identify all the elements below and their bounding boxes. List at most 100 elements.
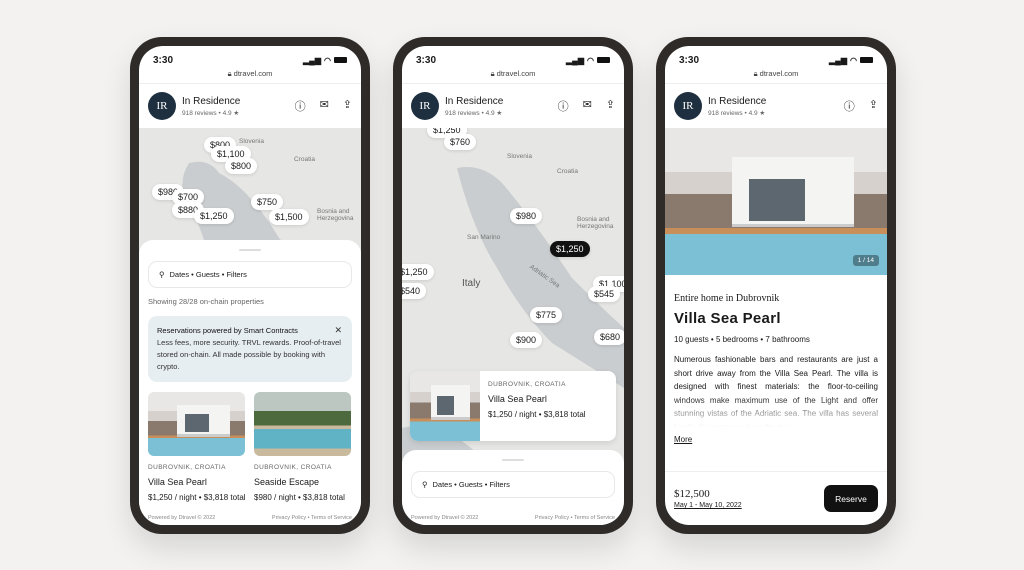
total-price: $12,500 (674, 488, 710, 500)
map-label: Slovenia (507, 153, 532, 160)
host-header: IR In Residence 918 reviews • 4.9 ★ ⓘ ⇪ (665, 83, 887, 128)
smart-contract-banner: Reservations powered by Smart Contracts L… (148, 316, 352, 382)
more-link[interactable]: More (674, 435, 692, 444)
photo-counter: 1 / 14 (852, 255, 879, 266)
info-icon[interactable]: ⓘ (844, 98, 855, 114)
sheet-handle[interactable] (239, 249, 261, 251)
property-photo-gallery[interactable]: 1 / 14 (665, 128, 887, 275)
signal-icon: ▂▄▆ (829, 55, 848, 65)
battery-icon (334, 57, 347, 63)
results-count: Showing 28/28 on-chain properties (148, 297, 264, 306)
property-specs: 10 guests • 5 bedrooms • 7 bathrooms (674, 335, 810, 344)
search-input[interactable]: ⚲ Dates • Guests • Filters (411, 471, 615, 498)
phone-map-view: 3:30 ▂▄▆ ◠ 🔒︎ dtravel.com IR In Residence 9… (393, 37, 633, 534)
map[interactable]: Slovenia Croatia Bosnia and Herzegovina … (139, 128, 361, 258)
footer: Powered by Dtravel © 2022 Privacy Policy … (411, 515, 615, 521)
info-icon[interactable]: ⓘ (558, 98, 569, 114)
map-property-card[interactable]: DUBROVNIK, CROATIA Villa Sea Pearl $1,250 … (410, 371, 616, 441)
wifi-icon: ◠ (587, 55, 594, 65)
share-icon[interactable]: ⇪ (869, 98, 878, 114)
price-marker[interactable]: $750 (251, 194, 284, 210)
legal-links[interactable]: Privacy Policy • Terms of Service (272, 515, 352, 521)
property-card[interactable]: DUBROVNIK, CROATIA Villa Sea Pearl $1,250 … (148, 392, 245, 502)
property-card[interactable]: DUBROVNIK, CROATIA Seaside Escape $980 / n… (254, 392, 351, 502)
property-description: Numerous fashionable bars and restaurant… (674, 355, 878, 427)
screen: 3:30 ▂▄▆ ◠ 🔒︎ dtravel.com IR In Residence 9… (139, 46, 361, 525)
price-marker[interactable]: $680 (594, 329, 624, 345)
results-sheet: ⚲ Dates • Guests • Filters Showing 28/28 … (139, 240, 361, 525)
clock: 3:30 (153, 54, 174, 66)
phone-detail-view: 3:30 ▂▄▆ ◠ 🔒︎ dtravel.com IR In Residence 9… (656, 37, 896, 534)
avatar: IR (411, 92, 439, 120)
host-name: In Residence (445, 95, 504, 107)
property-photo (410, 371, 480, 441)
price-marker[interactable]: $1,250 (194, 208, 234, 224)
battery-icon (860, 57, 873, 63)
price-marker[interactable]: $900 (510, 332, 543, 348)
search-input[interactable]: ⚲ Dates • Guests • Filters (148, 261, 352, 288)
price-marker[interactable]: $1,250 (402, 264, 434, 280)
host-meta: 918 reviews • 4.9 ★ (445, 109, 503, 117)
host-header: IR In Residence 918 reviews • 4.9 ★ ⓘ ✉ ⇪ (139, 83, 361, 128)
mail-icon[interactable]: ✉ (320, 98, 329, 114)
lock-icon: 🔒︎ (227, 69, 232, 78)
price-marker[interactable]: $540 (402, 283, 427, 299)
map-label: Bosnia and Herzegovina (317, 208, 354, 222)
url-text: dtravel.com (233, 69, 273, 78)
wifi-icon: ◠ (324, 55, 331, 65)
screen: 3:30 ▂▄▆ ◠ 🔒︎ dtravel.com IR In Residence 9… (665, 46, 887, 525)
map-label: Croatia (294, 156, 315, 163)
card-price: $1,250 / night • $3,818 total (148, 493, 245, 502)
host-name: In Residence (708, 95, 767, 107)
lock-icon: 🔒︎ (753, 69, 758, 78)
mail-icon[interactable]: ✉ (583, 98, 592, 114)
map[interactable]: Slovenia Croatia Bosnia and Herzegovina … (402, 128, 624, 468)
price-marker[interactable]: $980 (510, 208, 543, 224)
search-placeholder: Dates • Guests • Filters (432, 480, 510, 489)
date-range[interactable]: May 1 - May 10, 2022 (674, 502, 742, 509)
powered-by: Powered by Dtravel © 2022 (148, 515, 216, 521)
share-icon[interactable]: ⇪ (606, 98, 615, 114)
powered-by: Powered by Dtravel © 2022 (411, 515, 479, 521)
map-label: Italy (462, 278, 481, 289)
battery-icon (597, 57, 610, 63)
search-icon: ⚲ (159, 270, 165, 279)
url-text: dtravel.com (496, 69, 536, 78)
map-label: Slovenia (239, 138, 264, 145)
card-location: DUBROVNIK, CROATIA (488, 381, 566, 388)
legal-links[interactable]: Privacy Policy • Terms of Service (535, 515, 615, 521)
search-sheet: ⚲ Dates • Guests • Filters (402, 450, 624, 525)
map-label: San Marino (467, 234, 501, 241)
price-marker[interactable]: $775 (530, 307, 563, 323)
host-header: IR In Residence 918 reviews • 4.9 ★ ⓘ ✉ ⇪ (402, 83, 624, 128)
close-icon[interactable]: ✕ (334, 324, 342, 336)
phone-list-view: 3:30 ▂▄▆ ◠ 🔒︎ dtravel.com IR In Residence 9… (130, 37, 370, 534)
clock: 3:30 (416, 54, 437, 66)
price-marker[interactable]: $800 (225, 158, 258, 174)
share-icon[interactable]: ⇪ (343, 98, 352, 114)
signal-icon: ▂▄▆ (303, 55, 322, 65)
signal-icon: ▂▄▆ (566, 55, 585, 65)
price-marker[interactable]: $760 (444, 134, 477, 150)
address-bar[interactable]: 🔒︎ dtravel.com (402, 69, 624, 79)
card-title: Villa Sea Pearl (488, 394, 547, 404)
clock: 3:30 (679, 54, 700, 66)
price-marker-selected[interactable]: $1,250 (550, 241, 590, 257)
url-text: dtravel.com (759, 69, 799, 78)
price-marker[interactable]: $545 (588, 286, 621, 302)
property-type: Entire home in Dubrovnik (674, 293, 780, 304)
card-location: DUBROVNIK, CROATIA (148, 464, 226, 471)
info-icon[interactable]: ⓘ (295, 98, 306, 114)
card-price: $980 / night • $3,818 total (254, 493, 345, 502)
footer: Powered by Dtravel © 2022 Privacy Policy … (148, 515, 352, 521)
booking-bar: $12,500 May 1 - May 10, 2022 Reserve (665, 471, 887, 525)
status-bar: 3:30 ▂▄▆ ◠ (153, 53, 347, 67)
address-bar[interactable]: 🔒︎ dtravel.com (139, 69, 361, 79)
card-price: $1,250 / night • $3,818 total (488, 410, 586, 419)
lock-icon: 🔒︎ (490, 69, 495, 78)
property-photo (254, 392, 351, 456)
sheet-handle[interactable] (502, 459, 524, 461)
reserve-button[interactable]: Reserve (824, 485, 878, 512)
price-marker[interactable]: $1,500 (269, 209, 309, 225)
address-bar[interactable]: 🔒︎ dtravel.com (665, 69, 887, 79)
